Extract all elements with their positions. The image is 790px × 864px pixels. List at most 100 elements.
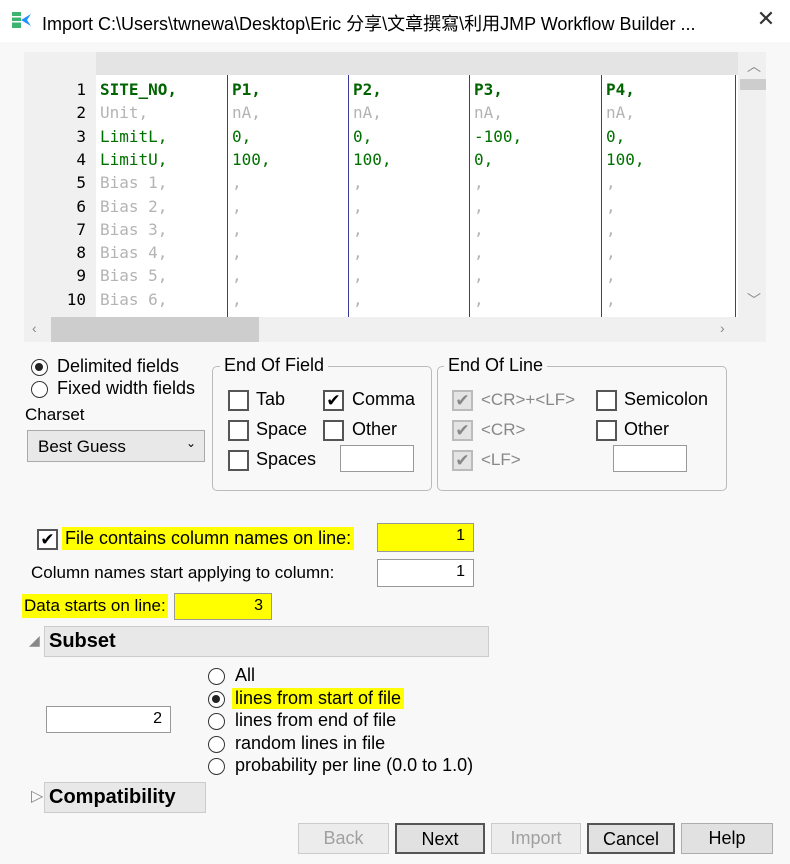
- preview-cell: ,: [606, 266, 616, 286]
- back-button[interactable]: Back: [298, 823, 389, 854]
- vertical-scrollbar[interactable]: ︿ ﹀: [738, 52, 766, 317]
- title-bar: Import C:\Users\twnewa\Desktop\Eric 分享\文…: [0, 0, 790, 42]
- vertical-scroll-thumb[interactable]: [740, 79, 766, 90]
- charset-label: Charset: [25, 405, 85, 424]
- preview-cell: ,: [606, 219, 616, 239]
- delimited-radio[interactable]: [31, 359, 48, 376]
- expand-triangle-icon[interactable]: ▷: [31, 786, 43, 806]
- line-number: 8: [76, 243, 86, 263]
- delimited-label: Delimited fields: [57, 356, 180, 376]
- crlf-checkbox[interactable]: ✔: [452, 390, 473, 411]
- column-start-input[interactable]: 1: [377, 559, 474, 587]
- semicolon-checkbox[interactable]: [596, 390, 617, 411]
- spaces-checkbox[interactable]: [228, 450, 249, 471]
- line-number: 3: [76, 126, 86, 146]
- import-button[interactable]: Import: [491, 823, 581, 854]
- end-of-field-title: End Of Field: [220, 355, 329, 376]
- preview-cell: ,: [474, 173, 484, 193]
- scroll-left-icon[interactable]: ‹: [32, 320, 37, 336]
- preview-text: SITE_NO, P1, P2, P3, P4, Unit, nA, nA, nA, nA, Lim…: [96, 75, 738, 317]
- preview-cell: Bias 5,: [100, 266, 168, 286]
- file-preview: 1 2 3 4 5 6 7 8 9 10 SITE_NO, P1, P2, P3, P4, Unit, nA,…: [24, 52, 766, 342]
- subset-count-input[interactable]: 2: [46, 706, 171, 733]
- preview-row: Bias 1,,,,,: [96, 173, 738, 196]
- line-number: 5: [76, 173, 86, 193]
- preview-cell: nA,: [606, 103, 635, 123]
- lf-label: <LF>: [481, 450, 521, 469]
- preview-row: Unit, nA, nA, nA, nA,: [96, 103, 738, 126]
- collapse-triangle-icon[interactable]: ◢: [29, 632, 40, 649]
- preview-cell: LimitU,: [100, 149, 168, 169]
- window-title: Import C:\Users\twnewa\Desktop\Eric 分享\文…: [42, 14, 696, 34]
- preview-cell: ,: [474, 196, 484, 216]
- other-field-checkbox[interactable]: [323, 420, 344, 441]
- other-line-input[interactable]: [613, 445, 687, 472]
- preview-cell: P2,: [353, 80, 382, 99]
- preview-cell: P3,: [474, 80, 503, 99]
- cancel-button[interactable]: Cancel: [587, 823, 675, 854]
- preview-cell: 0,: [474, 149, 494, 169]
- lf-checkbox[interactable]: ✔: [452, 450, 473, 471]
- fixed-width-label: Fixed width fields: [57, 378, 196, 398]
- cr-checkbox[interactable]: ✔: [452, 420, 473, 441]
- preview-cell: 0,: [353, 126, 373, 146]
- preview-cell: ,: [474, 289, 484, 309]
- tab-checkbox[interactable]: [228, 390, 249, 411]
- subset-header[interactable]: Subset: [44, 626, 489, 657]
- preview-cell: ,: [232, 173, 242, 193]
- preview-cell: Bias 6,: [100, 289, 168, 309]
- preview-cell: ,: [606, 173, 616, 193]
- space-checkbox[interactable]: [228, 420, 249, 441]
- scroll-down-icon[interactable]: ﹀: [747, 290, 761, 310]
- preview-cell: ,: [353, 289, 363, 309]
- other-field-label: Other: [352, 419, 398, 439]
- preview-cell: Bias 1,: [100, 173, 168, 193]
- preview-cell: ,: [353, 266, 363, 286]
- tab-label: Tab: [256, 389, 286, 409]
- subset-option-radio[interactable]: [208, 735, 225, 753]
- preview-cell: ,: [474, 266, 484, 286]
- preview-cell: ,: [232, 289, 242, 309]
- preview-cell: ,: [474, 243, 484, 263]
- compatibility-header[interactable]: Compatibility: [44, 782, 206, 813]
- scroll-up-icon[interactable]: ︿: [747, 56, 761, 76]
- subset-option-radio[interactable]: [208, 668, 225, 685]
- subset-option-label: lines from end of file: [235, 710, 397, 730]
- subset-option-label: All: [235, 665, 256, 685]
- preview-row: Bias 4,,,,,: [96, 243, 738, 266]
- preview-cell: 0,: [232, 126, 252, 146]
- other-field-input[interactable]: [340, 445, 414, 472]
- help-button[interactable]: Help: [681, 823, 773, 854]
- preview-row: SITE_NO, P1, P2, P3, P4,: [96, 80, 738, 103]
- preview-cell: 0,: [606, 126, 626, 146]
- charset-value: Best Guess: [38, 437, 126, 456]
- subset-option-label: lines from start of file: [232, 687, 405, 709]
- preview-row: LimitL, 0, 0, -100, 0,: [96, 127, 738, 150]
- comma-checkbox[interactable]: ✔: [323, 390, 344, 411]
- column-start-label: Column names start applying to column:: [31, 563, 335, 582]
- close-icon[interactable]: ✕: [752, 6, 780, 32]
- preview-cell: nA,: [353, 103, 382, 123]
- preview-cell: ,: [606, 289, 616, 309]
- preview-cell: ,: [353, 173, 363, 193]
- subset-option-radio[interactable]: [208, 758, 225, 775]
- data-start-input[interactable]: 3: [174, 593, 272, 620]
- crlf-label: <CR>+<LF>: [481, 390, 576, 409]
- preview-cell: LimitL,: [100, 126, 168, 146]
- subset-option-radio[interactable]: [208, 713, 225, 730]
- preview-cell: ,: [232, 219, 242, 239]
- end-of-line-title: End Of Line: [444, 355, 548, 376]
- preview-cell: 100,: [606, 149, 645, 169]
- charset-select[interactable]: Best Guess ⌄: [27, 430, 205, 462]
- other-line-checkbox[interactable]: [596, 420, 617, 441]
- line-number: 9: [76, 266, 86, 286]
- column-names-checkbox[interactable]: ✔: [37, 529, 58, 550]
- next-button[interactable]: Next: [395, 823, 485, 854]
- scroll-right-icon[interactable]: ›: [720, 320, 725, 336]
- preview-row: Bias 5,,,,,: [96, 266, 738, 289]
- line-number: 4: [76, 149, 86, 169]
- horizontal-scroll-thumb[interactable]: [51, 317, 259, 342]
- subset-option-radio[interactable]: [208, 690, 225, 708]
- fixed-width-radio[interactable]: [31, 381, 48, 398]
- column-names-line-input[interactable]: 1: [377, 523, 474, 552]
